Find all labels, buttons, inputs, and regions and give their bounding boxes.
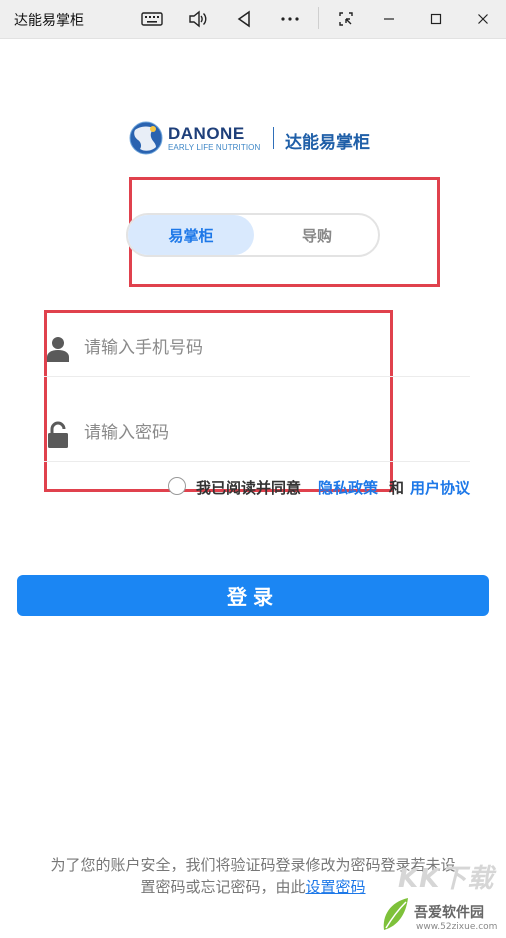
app-name: 达能易掌柜 [285, 133, 370, 153]
more-icon[interactable] [277, 6, 303, 32]
volume-icon[interactable] [185, 6, 211, 32]
privacy-policy-link[interactable]: 隐私政策 [318, 477, 378, 498]
user-agreement-link[interactable]: 用户协议 [410, 477, 470, 498]
watermark-site-url: www.52zixue.com [416, 922, 498, 932]
lock-icon [48, 421, 68, 448]
logo-divider [273, 127, 274, 149]
phone-field [44, 320, 470, 377]
user-icon [47, 337, 69, 362]
tab-daogou[interactable]: 导购 [254, 215, 380, 255]
watermark-site-name: 吾爱软件园 [414, 905, 484, 921]
danone-globe-icon [129, 121, 163, 155]
window-title: 达能易掌柜 [14, 13, 84, 29]
close-icon[interactable] [470, 6, 496, 32]
watermark-logo-text: KK下载 [398, 864, 495, 894]
agreement-and: 和 [389, 479, 405, 497]
watermark: KK下载 吾爱软件园 www.52zixue.com [378, 858, 506, 938]
leaf-logo-icon [383, 898, 408, 930]
window-titlebar: 达能易掌柜 [0, 0, 506, 39]
maximize-icon[interactable] [423, 6, 449, 32]
login-button[interactable]: 登录 [17, 575, 489, 616]
agreement-prefix: 我已阅读并同意 [196, 479, 302, 497]
phone-input[interactable] [82, 332, 456, 364]
agreement-row: 我已阅读并同意 隐私政策 和 用户协议 [168, 476, 488, 498]
tab-yizhanggui[interactable]: 易掌柜 [128, 215, 254, 255]
brand-name: DANONE [168, 124, 245, 143]
snip-icon[interactable] [333, 6, 359, 32]
password-field [44, 405, 470, 462]
danone-logo: DANONE EARLY LIFE NUTRITION 达能易掌柜 [128, 120, 388, 160]
brand-tagline: EARLY LIFE NUTRITION [168, 143, 261, 152]
password-input[interactable] [82, 417, 456, 449]
keyboard-icon[interactable] [139, 6, 165, 32]
security-note-line2: 置密码或忘记密码，由此 [140, 878, 306, 896]
mode-toggle[interactable]: 易掌柜 导购 [126, 213, 380, 257]
back-triangle-icon[interactable] [231, 6, 257, 32]
set-password-link[interactable]: 设置密码 [306, 878, 366, 896]
agreement-radio[interactable] [168, 477, 186, 495]
titlebar-separator [318, 7, 319, 29]
minimize-icon[interactable] [376, 6, 402, 32]
